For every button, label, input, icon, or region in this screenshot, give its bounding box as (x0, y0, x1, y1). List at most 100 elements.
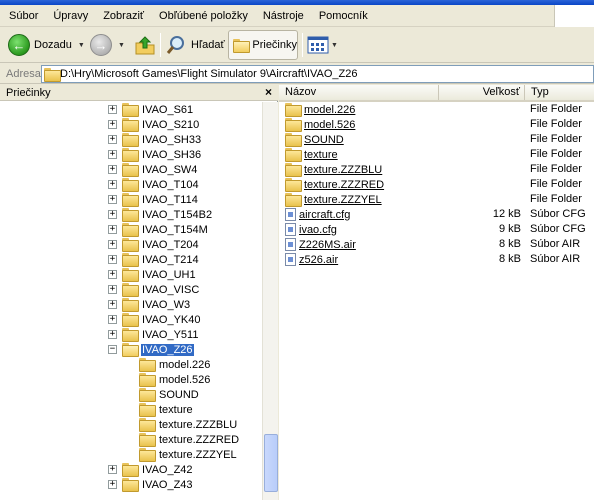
tree-item[interactable]: + IVAO_SH33 (108, 132, 202, 147)
tree-item[interactable]: + IVAO_SH36 (108, 147, 202, 162)
tree-item[interactable]: + IVAO_SW4 (108, 162, 198, 177)
tree-item[interactable]: model.226 (139, 357, 211, 372)
tree-item[interactable]: + IVAO_T104 (108, 177, 200, 192)
file-name: texture.ZZZYEL (304, 193, 382, 206)
tree-item[interactable]: + IVAO_T154B2 (108, 207, 213, 222)
expand-icon[interactable]: + (108, 195, 117, 204)
column-headers: Názov Veľkosť Typ (279, 85, 594, 102)
tree-item[interactable]: texture (139, 402, 194, 417)
expand-icon[interactable]: + (108, 315, 117, 324)
expand-icon[interactable]: + (108, 255, 117, 264)
folder-icon (139, 418, 156, 432)
file-row[interactable]: model.526 File Folder (279, 117, 594, 132)
views-dropdown-icon[interactable]: ▼ (331, 42, 338, 49)
tree-item[interactable]: − IVAO_Z26 (108, 342, 194, 357)
expand-icon[interactable]: + (108, 120, 117, 129)
menu-edit[interactable]: Úpravy (44, 5, 94, 27)
file-row[interactable]: aircraft.cfg 12 kB Súbor CFG (279, 207, 594, 222)
toolbar: ← Dozadu ▼ → ▼ Hľadať Priečinky ▼ (0, 27, 594, 63)
tree-item-label: IVAO_UH1 (142, 268, 196, 281)
tree-item[interactable]: + IVAO_T114 (108, 192, 199, 207)
expand-icon[interactable]: + (108, 135, 117, 144)
close-icon[interactable]: × (265, 85, 272, 99)
tree-item[interactable]: + IVAO_Z42 (108, 462, 194, 477)
expand-icon[interactable]: + (108, 225, 117, 234)
file-row[interactable]: Z226MS.air 8 kB Súbor AIR (279, 237, 594, 252)
tree-item-label: IVAO_Z26 (141, 343, 194, 356)
expand-icon[interactable]: + (108, 240, 117, 249)
tree-item[interactable]: + IVAO_S61 (108, 102, 194, 117)
up-folder-button[interactable] (134, 31, 156, 59)
file-row[interactable]: z526.air 8 kB Súbor AIR (279, 252, 594, 267)
file-row[interactable]: texture.ZZZYEL File Folder (279, 192, 594, 207)
menu-view[interactable]: Zobraziť (94, 5, 150, 27)
folder-icon (122, 223, 139, 237)
column-name[interactable]: Názov (279, 85, 439, 100)
tree-item[interactable]: + IVAO_T154M (108, 222, 209, 237)
tree-item[interactable]: + IVAO_W3 (108, 297, 191, 312)
tree-item[interactable]: + IVAO_T204 (108, 237, 200, 252)
tree-item-label: IVAO_S210 (142, 118, 200, 131)
file-row[interactable]: texture.ZZZRED File Folder (279, 177, 594, 192)
expand-icon[interactable]: + (108, 285, 117, 294)
folder-icon (285, 118, 302, 132)
file-row[interactable]: model.226 File Folder (279, 102, 594, 117)
file-type: Súbor CFG (530, 208, 586, 220)
expand-icon[interactable]: + (108, 300, 117, 309)
expand-icon[interactable]: + (108, 210, 117, 219)
tree-item-label: model.226 (159, 358, 211, 371)
file-type: File Folder (530, 193, 582, 205)
expand-icon[interactable]: + (108, 150, 117, 159)
tree-item-label: texture (159, 403, 193, 416)
expand-icon[interactable]: + (108, 480, 117, 489)
expand-icon[interactable]: + (108, 165, 117, 174)
menu-file[interactable]: Súbor (0, 5, 44, 27)
tree-item[interactable]: + IVAO_S210 (108, 117, 200, 132)
tree-item[interactable]: model.526 (139, 372, 211, 387)
column-size[interactable]: Veľkosť (439, 85, 525, 100)
tree-item[interactable]: texture.ZZZYEL (139, 447, 238, 462)
menu-tools[interactable]: Nástroje (254, 5, 310, 27)
expand-icon[interactable]: + (108, 180, 117, 189)
address-field[interactable]: D:\Hry\Microsoft Games\Flight Simulator … (41, 65, 594, 83)
back-button[interactable]: ← Dozadu ▼ (8, 31, 85, 59)
search-button[interactable]: Hľadať (165, 31, 225, 59)
tree-item-label: texture.ZZZBLU (159, 418, 238, 431)
folder-icon (122, 238, 139, 252)
views-button[interactable]: ▼ (307, 31, 338, 59)
tree-item[interactable]: texture.ZZZBLU (139, 417, 238, 432)
toolbar-separator (302, 33, 303, 57)
tree-scrollbar[interactable] (262, 102, 278, 500)
expand-icon[interactable]: + (108, 330, 117, 339)
tree-item[interactable]: + IVAO_YK40 (108, 312, 202, 327)
collapse-icon[interactable]: − (108, 345, 117, 354)
file-name: Z226MS.air (299, 238, 356, 251)
tree-item[interactable]: + IVAO_Z43 (108, 477, 194, 492)
file-size: 8 kB (498, 253, 521, 265)
tree-item[interactable]: + IVAO_Y511 (108, 327, 199, 342)
expand-icon[interactable]: + (108, 465, 117, 474)
tree-item[interactable]: + IVAO_UH1 (108, 267, 197, 282)
scrollbar-thumb[interactable] (264, 434, 278, 492)
menu-help[interactable]: Pomocník (310, 5, 374, 27)
menu-favorites[interactable]: Obľúbené položky (150, 5, 254, 27)
expand-icon[interactable]: + (108, 270, 117, 279)
forward-dropdown-icon[interactable]: ▼ (118, 42, 125, 49)
forward-button[interactable]: → ▼ (90, 31, 125, 59)
folder-icon (122, 298, 139, 312)
back-dropdown-icon[interactable]: ▼ (78, 42, 85, 49)
column-type[interactable]: Typ (525, 85, 594, 100)
file-type: Súbor CFG (530, 223, 586, 235)
file-row[interactable]: texture.ZZZBLU File Folder (279, 162, 594, 177)
file-row[interactable]: SOUND File Folder (279, 132, 594, 147)
tree-item[interactable]: texture.ZZZRED (139, 432, 240, 447)
tree-item[interactable]: + IVAO_VISC (108, 282, 200, 297)
file-row[interactable]: ivao.cfg 9 kB Súbor CFG (279, 222, 594, 237)
file-row[interactable]: texture File Folder (279, 147, 594, 162)
folders-button[interactable]: Priečinky (228, 30, 298, 60)
expand-icon[interactable]: + (108, 105, 117, 114)
tree-item-label: IVAO_SH36 (142, 148, 202, 161)
file-type: File Folder (530, 178, 582, 190)
tree-item[interactable]: SOUND (139, 387, 200, 402)
tree-item[interactable]: + IVAO_T214 (108, 252, 200, 267)
